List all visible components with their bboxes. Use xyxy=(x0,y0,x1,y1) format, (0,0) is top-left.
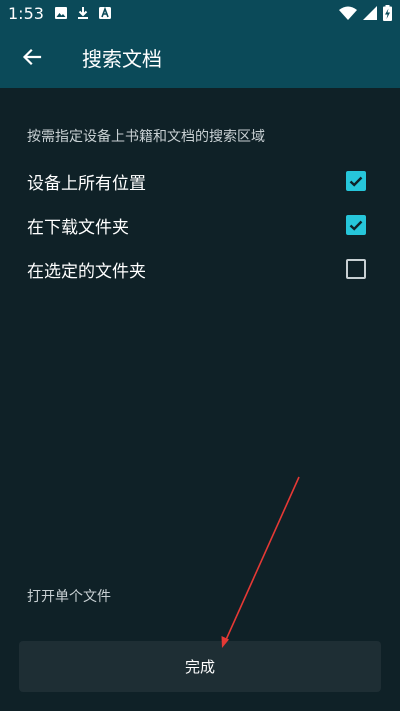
status-bar: 1:53 xyxy=(0,0,400,26)
option-all-locations[interactable]: 设备上所有位置 xyxy=(0,159,400,203)
back-button[interactable] xyxy=(2,26,62,88)
option-selected-folder[interactable]: 在选定的文件夹 xyxy=(0,247,400,291)
signal-icon xyxy=(363,6,377,20)
app-bar: 搜索文档 xyxy=(0,26,400,88)
checkbox-download-folder[interactable] xyxy=(346,215,366,235)
download-icon xyxy=(77,7,88,19)
option-download-folder[interactable]: 在下载文件夹 xyxy=(0,203,400,247)
done-button[interactable]: 完成 xyxy=(19,641,381,692)
battery-charging-icon xyxy=(383,5,392,21)
checkbox-selected-folder[interactable] xyxy=(346,259,366,279)
option-label: 在选定的文件夹 xyxy=(27,261,146,282)
open-single-file-link[interactable]: 打开单个文件 xyxy=(27,586,111,606)
checkbox-all-locations[interactable] xyxy=(346,171,366,191)
check-icon xyxy=(349,220,363,231)
search-area-description: 按需指定设备上书籍和文档的搜索区域 xyxy=(27,129,265,145)
status-time: 1:53 xyxy=(8,3,44,23)
main-content: 按需指定设备上书籍和文档的搜索区域 设备上所有位置 在下载文件夹 在选定的文件夹… xyxy=(0,88,400,711)
app-a-icon xyxy=(98,6,111,19)
wifi-icon xyxy=(339,6,357,20)
status-notification-icons xyxy=(54,6,112,20)
check-icon xyxy=(349,176,363,187)
option-label: 在下载文件夹 xyxy=(27,217,129,238)
option-label: 设备上所有位置 xyxy=(27,173,146,194)
image-icon xyxy=(54,7,67,19)
page-title: 搜索文档 xyxy=(82,46,162,71)
status-system-icons xyxy=(339,5,392,21)
arrow-back-icon xyxy=(22,48,42,66)
